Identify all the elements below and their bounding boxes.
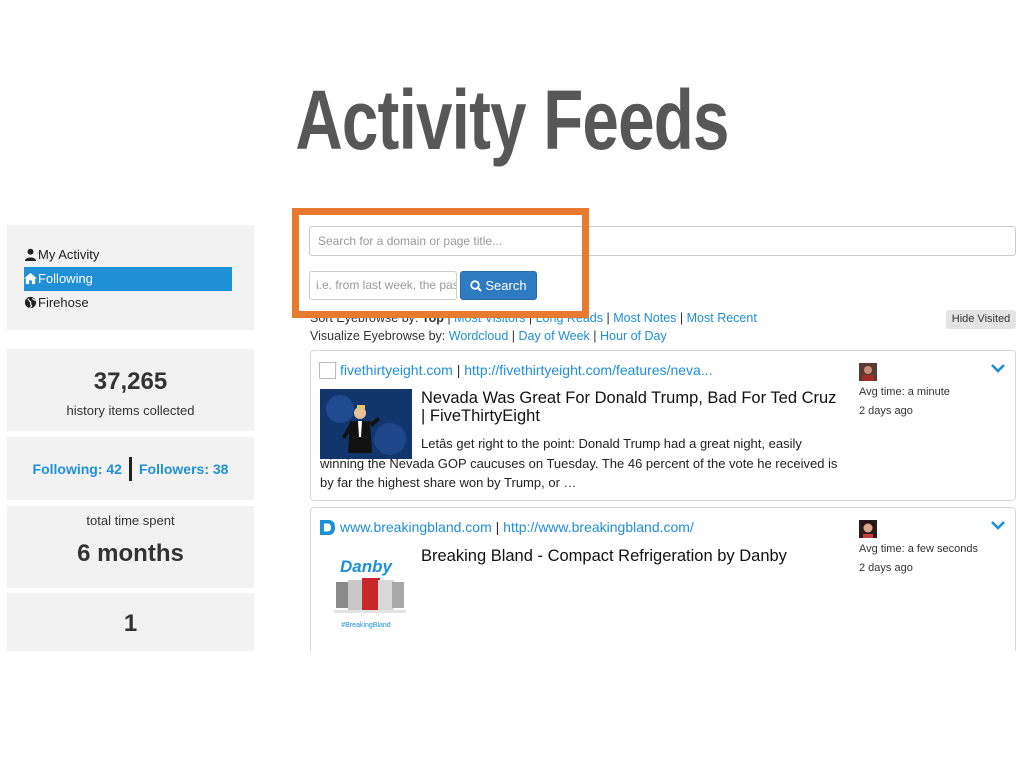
feed-item-header: www.breakingbland.com | http://www.break… <box>319 519 694 536</box>
globe-icon <box>24 296 37 309</box>
history-stat-panel: 37,265 history items collected <box>7 349 254 431</box>
feed-item-url[interactable]: http://www.breakingbland.com/ <box>503 519 694 535</box>
time-label: total time spent <box>86 513 175 528</box>
user-icon <box>24 248 37 261</box>
visualize-wordcloud[interactable]: Wordcloud <box>449 329 509 343</box>
follow-stat-panel: Following: 42 Followers: 38 <box>7 437 254 500</box>
slide-title: Activity Feeds <box>295 73 729 167</box>
feed-item-title[interactable]: Nevada Was Great For Donald Trump, Bad F… <box>421 389 841 425</box>
date-filter-input[interactable]: i.e. from last week, the past <box>309 271 457 300</box>
avatar[interactable] <box>859 363 877 381</box>
thumb-brand: Danby <box>340 557 394 576</box>
avg-time: Avg time: a minute <box>859 386 950 398</box>
visualize-prefix: Visualize Eyebrowse by: <box>310 329 446 343</box>
nav-item-label: Following <box>38 271 93 286</box>
search-input[interactable]: Search for a domain or page title... <box>309 226 1016 256</box>
hide-visited-button[interactable]: Hide Visited <box>946 310 1016 329</box>
feed-item-meta: Avg time: a minute 2 days ago <box>859 363 999 421</box>
home-icon <box>24 272 37 285</box>
feed-item-url[interactable]: http://fivethirtyeight.com/features/neva… <box>464 362 712 378</box>
blank-favicon-icon <box>319 362 336 379</box>
history-count: 37,265 <box>93 368 168 395</box>
visualize-day-of-week[interactable]: Day of Week <box>518 329 589 343</box>
time-ago: 2 days ago <box>859 562 913 574</box>
search-button[interactable]: Search <box>460 271 537 300</box>
visualize-hour-of-day[interactable]: Hour of Day <box>600 329 667 343</box>
feed-item-domain[interactable]: fivethirtyeight.com <box>340 362 453 378</box>
nav-item-my-activity[interactable]: My Activity <box>24 243 232 267</box>
sort-most-visitors[interactable]: Most Visitors <box>454 311 525 325</box>
sort-top[interactable]: Top <box>422 311 444 325</box>
thumb-tag: #BreakingBland <box>341 622 391 629</box>
avg-time: Avg time: a few seconds <box>859 543 979 555</box>
feed-item-title[interactable]: Breaking Bland - Compact Refrigeration b… <box>421 547 841 565</box>
nav-panel: My Activity Following Firehose <box>7 225 254 330</box>
history-label: history items collected <box>66 403 195 418</box>
feed-item: fivethirtyeight.com | http://fivethirtye… <box>310 350 1016 501</box>
following-link[interactable]: Following: 42 <box>33 461 122 477</box>
search-button-label: Search <box>485 278 527 293</box>
feed-item-domain[interactable]: www.breakingbland.com <box>340 519 492 535</box>
feed-item-header: fivethirtyeight.com | http://fivethirtye… <box>319 362 712 379</box>
feed-item-description: Letâs get right to the point: Donald Tru… <box>320 436 838 490</box>
search-icon <box>470 280 483 292</box>
feed-item: www.breakingbland.com | http://www.break… <box>310 507 1016 651</box>
time-value: 6 months <box>77 540 184 567</box>
fourth-stat-value: 1 <box>123 610 138 637</box>
time-stat-panel: total time spent 6 months <box>7 506 254 588</box>
sort-options: Sort Eyebrowse by: Top | Most Visitors |… <box>310 311 757 325</box>
nav-item-following[interactable]: Following <box>24 267 232 291</box>
danby-favicon-icon <box>320 520 335 535</box>
sort-most-recent[interactable]: Most Recent <box>687 311 757 325</box>
nav-item-label: Firehose <box>38 295 89 310</box>
feed-item-thumbnail[interactable]: Danby #BreakingBland <box>320 546 412 630</box>
divider <box>128 456 132 481</box>
highlight-box <box>292 208 589 318</box>
feed-item-meta: Avg time: a few seconds 2 days ago <box>859 520 999 578</box>
time-ago: 2 days ago <box>859 405 913 417</box>
fourth-stat-panel: 1 <box>7 593 254 651</box>
followers-link[interactable]: Followers: 38 <box>139 461 228 477</box>
nav-item-firehose[interactable]: Firehose <box>24 291 232 315</box>
sort-prefix: Sort Eyebrowse by: <box>310 311 419 325</box>
chevron-down-icon[interactable] <box>991 363 1005 373</box>
nav-item-label: My Activity <box>38 247 100 262</box>
avatar[interactable] <box>859 520 877 538</box>
sort-long-reads[interactable]: Long Reads <box>536 311 603 325</box>
visualize-options: Visualize Eyebrowse by: Wordcloud | Day … <box>310 329 667 343</box>
sort-most-notes[interactable]: Most Notes <box>613 311 676 325</box>
chevron-down-icon[interactable] <box>991 520 1005 530</box>
